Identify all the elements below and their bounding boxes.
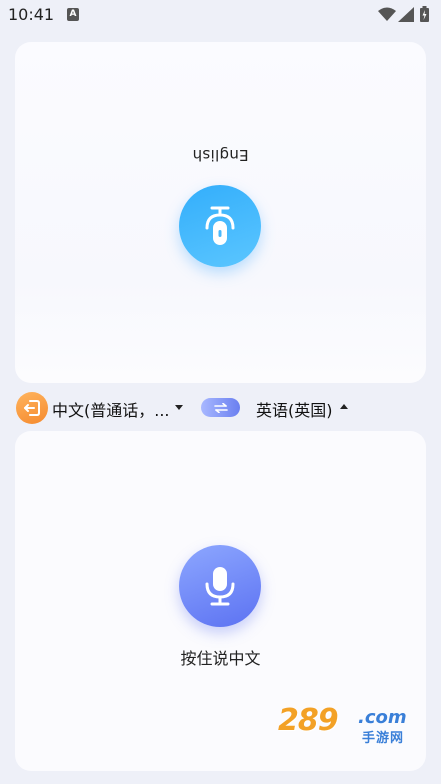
top-mic-button[interactable] [179, 185, 261, 267]
mic-icon-flipped [205, 206, 235, 245]
watermark-logo: 289 .com 手游网 [278, 703, 418, 747]
status-bar: 10:41 A [0, 0, 441, 30]
swap-languages-button[interactable] [201, 398, 240, 417]
chevron-down-icon[interactable] [175, 405, 183, 410]
watermark-number: 289 [278, 703, 339, 738]
top-translation-panel: English [15, 42, 426, 383]
notification-a-icon: A [67, 8, 79, 21]
top-language-label: English [192, 146, 249, 164]
target-language-select[interactable]: 英语(英国) [256, 397, 333, 421]
chevron-up-icon[interactable] [340, 404, 348, 409]
watermark-subtitle: 手游网 [362, 731, 405, 746]
hold-to-speak-mic-button[interactable] [179, 545, 261, 627]
watermark-domain: .com [358, 707, 407, 728]
status-time: 10:41 [8, 5, 55, 24]
language-bar: 中文(普通话，... 英语(英国) [0, 390, 441, 424]
signal-icon [398, 7, 414, 22]
exit-icon [24, 400, 40, 416]
battery-icon [420, 6, 429, 22]
swap-arrows-icon [213, 402, 228, 413]
exit-button[interactable] [16, 392, 48, 424]
hold-to-speak-label: 按住说中文 [180, 649, 261, 668]
wifi-icon [378, 7, 396, 21]
source-language-select[interactable]: 中文(普通话，... [52, 397, 170, 421]
mic-icon [205, 567, 235, 606]
